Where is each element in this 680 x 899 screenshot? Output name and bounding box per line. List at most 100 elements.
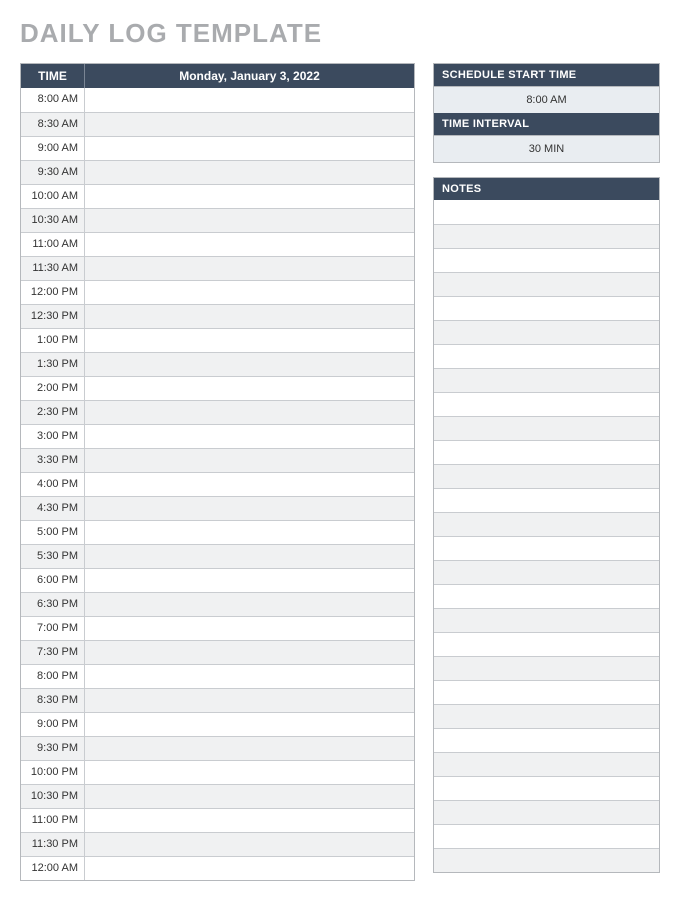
schedule-row: 11:00 AM: [21, 232, 414, 256]
notes-row[interactable]: [434, 632, 659, 656]
schedule-row: 12:00 PM: [21, 280, 414, 304]
notes-row[interactable]: [434, 584, 659, 608]
schedule-time-cell: 7:00 PM: [21, 617, 85, 640]
notes-row[interactable]: [434, 752, 659, 776]
schedule-row: 9:00 PM: [21, 712, 414, 736]
schedule-row: 8:30 PM: [21, 688, 414, 712]
notes-row[interactable]: [434, 392, 659, 416]
schedule-row: 2:30 PM: [21, 400, 414, 424]
schedule-entry-cell[interactable]: [85, 761, 414, 784]
schedule-entry-cell[interactable]: [85, 593, 414, 616]
notes-row[interactable]: [434, 704, 659, 728]
schedule-entry-cell[interactable]: [85, 209, 414, 232]
schedule-entry-cell[interactable]: [85, 257, 414, 280]
notes-row[interactable]: [434, 680, 659, 704]
schedule-entry-cell[interactable]: [85, 569, 414, 592]
notes-row[interactable]: [434, 824, 659, 848]
schedule-time-cell: 10:30 PM: [21, 785, 85, 808]
notes-row[interactable]: [434, 272, 659, 296]
schedule-time-cell: 10:00 PM: [21, 761, 85, 784]
schedule-entry-cell[interactable]: [85, 305, 414, 328]
side-column: SCHEDULE START TIME 8:00 AM TIME INTERVA…: [433, 63, 660, 873]
schedule-time-cell: 6:30 PM: [21, 593, 85, 616]
schedule-entry-cell[interactable]: [85, 88, 414, 112]
schedule-entry-cell[interactable]: [85, 137, 414, 160]
schedule-time-cell: 10:30 AM: [21, 209, 85, 232]
start-time-label: SCHEDULE START TIME: [434, 64, 659, 86]
schedule-entry-cell[interactable]: [85, 665, 414, 688]
schedule-entry-cell[interactable]: [85, 473, 414, 496]
schedule-row: 8:00 AM: [21, 88, 414, 112]
schedule-entry-cell[interactable]: [85, 641, 414, 664]
schedule-row: 12:00 AM: [21, 856, 414, 880]
notes-row[interactable]: [434, 344, 659, 368]
schedule-entry-cell[interactable]: [85, 737, 414, 760]
schedule-row: 10:00 AM: [21, 184, 414, 208]
notes-row[interactable]: [434, 224, 659, 248]
schedule-entry-cell[interactable]: [85, 497, 414, 520]
schedule-time-cell: 8:30 AM: [21, 113, 85, 136]
schedule-entry-cell[interactable]: [85, 833, 414, 856]
schedule-entry-cell[interactable]: [85, 329, 414, 352]
schedule-time-header: TIME: [21, 64, 85, 88]
schedule-row: 7:30 PM: [21, 640, 414, 664]
schedule-entry-cell[interactable]: [85, 857, 414, 880]
schedule-row: 10:00 PM: [21, 760, 414, 784]
schedule-row: 1:30 PM: [21, 352, 414, 376]
schedule-time-cell: 8:00 PM: [21, 665, 85, 688]
schedule-time-cell: 12:00 PM: [21, 281, 85, 304]
schedule-entry-cell[interactable]: [85, 521, 414, 544]
notes-row[interactable]: [434, 296, 659, 320]
schedule-row: 9:30 AM: [21, 160, 414, 184]
interval-value[interactable]: 30 MIN: [434, 135, 659, 162]
schedule-row: 10:30 PM: [21, 784, 414, 808]
schedule-entry-cell[interactable]: [85, 353, 414, 376]
notes-row[interactable]: [434, 440, 659, 464]
notes-row[interactable]: [434, 200, 659, 224]
schedule-row: 5:30 PM: [21, 544, 414, 568]
notes-row[interactable]: [434, 608, 659, 632]
schedule-time-cell: 3:30 PM: [21, 449, 85, 472]
notes-row[interactable]: [434, 536, 659, 560]
notes-row[interactable]: [434, 776, 659, 800]
notes-row[interactable]: [434, 656, 659, 680]
schedule-row: 11:00 PM: [21, 808, 414, 832]
notes-panel: NOTES: [433, 177, 660, 873]
schedule-entry-cell[interactable]: [85, 401, 414, 424]
notes-row[interactable]: [434, 560, 659, 584]
schedule-entry-cell[interactable]: [85, 689, 414, 712]
notes-row[interactable]: [434, 368, 659, 392]
schedule-body: 8:00 AM8:30 AM9:00 AM9:30 AM10:00 AM10:3…: [21, 88, 414, 880]
schedule-entry-cell[interactable]: [85, 377, 414, 400]
schedule-entry-cell[interactable]: [85, 449, 414, 472]
schedule-time-cell: 5:30 PM: [21, 545, 85, 568]
notes-row[interactable]: [434, 248, 659, 272]
notes-row[interactable]: [434, 488, 659, 512]
schedule-entry-cell[interactable]: [85, 161, 414, 184]
schedule-entry-cell[interactable]: [85, 713, 414, 736]
schedule-time-cell: 9:30 PM: [21, 737, 85, 760]
schedule-row: 8:30 AM: [21, 112, 414, 136]
notes-row[interactable]: [434, 464, 659, 488]
notes-row[interactable]: [434, 848, 659, 872]
schedule-entry-cell[interactable]: [85, 545, 414, 568]
schedule-entry-cell[interactable]: [85, 617, 414, 640]
notes-header: NOTES: [434, 178, 659, 200]
interval-label: TIME INTERVAL: [434, 113, 659, 135]
schedule-time-cell: 7:30 PM: [21, 641, 85, 664]
schedule-entry-cell[interactable]: [85, 185, 414, 208]
schedule-entry-cell[interactable]: [85, 233, 414, 256]
notes-row[interactable]: [434, 320, 659, 344]
schedule-entry-cell[interactable]: [85, 113, 414, 136]
schedule-entry-cell[interactable]: [85, 785, 414, 808]
schedule-time-cell: 10:00 AM: [21, 185, 85, 208]
start-time-value[interactable]: 8:00 AM: [434, 86, 659, 113]
notes-row[interactable]: [434, 800, 659, 824]
schedule-entry-cell[interactable]: [85, 425, 414, 448]
notes-row[interactable]: [434, 512, 659, 536]
schedule-row: 9:00 AM: [21, 136, 414, 160]
notes-row[interactable]: [434, 416, 659, 440]
notes-row[interactable]: [434, 728, 659, 752]
schedule-entry-cell[interactable]: [85, 809, 414, 832]
schedule-entry-cell[interactable]: [85, 281, 414, 304]
